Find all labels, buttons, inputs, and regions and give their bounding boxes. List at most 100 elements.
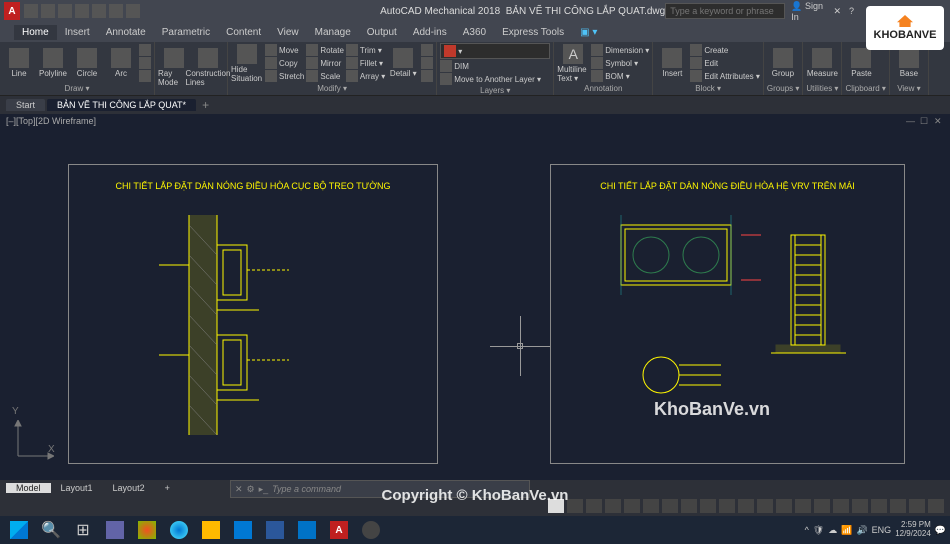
exchange-icon[interactable]: ✕ bbox=[833, 6, 841, 17]
help-icon[interactable]: ? bbox=[849, 6, 854, 16]
tray-clock[interactable]: 2:59 PM 12/9/2024 bbox=[895, 521, 931, 539]
multiline-text-button[interactable]: AMultiline Text ▾ bbox=[557, 44, 589, 83]
stretch-button[interactable]: Stretch bbox=[265, 70, 304, 82]
group-button[interactable]: Group bbox=[767, 48, 799, 78]
tab-a360[interactable]: A360 bbox=[455, 25, 494, 40]
sb-customize[interactable] bbox=[928, 499, 944, 513]
sb-3dosnap[interactable] bbox=[662, 499, 678, 513]
measure-button[interactable]: Measure bbox=[806, 48, 838, 78]
tab-parametric[interactable]: Parametric bbox=[154, 25, 218, 40]
modify-more[interactable] bbox=[421, 57, 433, 69]
array-button[interactable]: Array ▾ bbox=[346, 70, 385, 82]
tb-store[interactable] bbox=[228, 518, 258, 542]
new-tab-button[interactable]: + bbox=[202, 98, 209, 112]
modify-more[interactable] bbox=[421, 70, 433, 82]
viewport-label[interactable]: [–][Top][2D Wireframe] bbox=[6, 116, 96, 126]
tab-content[interactable]: Content bbox=[218, 25, 269, 40]
taskview-icon[interactable]: ⊞ bbox=[68, 518, 98, 542]
draw-more[interactable] bbox=[139, 70, 151, 82]
sb-ortho[interactable] bbox=[605, 499, 621, 513]
tab-layout2[interactable]: Layout2 bbox=[103, 483, 155, 493]
sb-transparency[interactable] bbox=[719, 499, 735, 513]
sb-annotation[interactable] bbox=[757, 499, 773, 513]
sb-otrack[interactable] bbox=[681, 499, 697, 513]
tb-autocad[interactable]: A bbox=[324, 518, 354, 542]
tab-view[interactable]: View bbox=[269, 25, 307, 40]
tab-manage[interactable]: Manage bbox=[307, 25, 359, 40]
tab-add[interactable]: + bbox=[155, 483, 180, 493]
move-layer-button[interactable]: Move to Another Layer ▾ bbox=[440, 73, 550, 85]
tb-app[interactable] bbox=[132, 518, 162, 542]
tb-explorer[interactable] bbox=[196, 518, 226, 542]
tb-word[interactable] bbox=[260, 518, 290, 542]
panel-label-layers[interactable]: Layers ▾ bbox=[440, 85, 550, 96]
sb-hardware[interactable] bbox=[890, 499, 906, 513]
panel-label-annotation[interactable]: Annotation bbox=[557, 83, 649, 94]
sb-cycling[interactable] bbox=[738, 499, 754, 513]
tab-addins[interactable]: Add-ins bbox=[405, 25, 455, 40]
qa-icon[interactable] bbox=[109, 4, 123, 18]
fillet-button[interactable]: Fillet ▾ bbox=[346, 57, 385, 69]
edit-button[interactable]: Edit bbox=[690, 57, 760, 69]
sb-workspace[interactable] bbox=[776, 499, 792, 513]
polyline-button[interactable]: Polyline bbox=[37, 48, 69, 78]
panel-label-utilities[interactable]: Utilities ▾ bbox=[806, 83, 838, 94]
line-button[interactable]: Line bbox=[3, 48, 35, 78]
sb-units[interactable] bbox=[814, 499, 830, 513]
qa-icon[interactable] bbox=[75, 4, 89, 18]
construction-lines-button[interactable]: Construction Lines bbox=[192, 48, 224, 87]
file-tab-active[interactable]: BẢN VẼ THI CÔNG LẮP QUAT* bbox=[47, 99, 196, 111]
qa-icon[interactable] bbox=[58, 4, 72, 18]
cmd-close-icon[interactable]: ✕ bbox=[235, 484, 243, 495]
tb-app[interactable] bbox=[100, 518, 130, 542]
tab-layout1[interactable]: Layout1 bbox=[51, 483, 103, 493]
sb-lock[interactable] bbox=[852, 499, 868, 513]
search-input[interactable] bbox=[665, 3, 785, 19]
detail-button[interactable]: Detail ▾ bbox=[387, 48, 419, 78]
trim-button[interactable]: Trim ▾ bbox=[346, 44, 385, 56]
sb-osnap[interactable] bbox=[643, 499, 659, 513]
tb-app[interactable] bbox=[356, 518, 386, 542]
qa-icon[interactable] bbox=[24, 4, 38, 18]
signin-button[interactable]: 👤 Sign In bbox=[791, 1, 825, 22]
move-button[interactable]: Move bbox=[265, 44, 304, 56]
tb-outlook[interactable] bbox=[292, 518, 322, 542]
mirror-button[interactable]: Mirror bbox=[306, 57, 344, 69]
symbol-button[interactable]: Symbol ▾ bbox=[591, 57, 649, 69]
tab-model[interactable]: Model bbox=[6, 483, 51, 493]
vp-minimize[interactable]: — bbox=[906, 116, 916, 126]
tab-insert[interactable]: Insert bbox=[57, 25, 98, 40]
vp-close[interactable]: ✕ bbox=[934, 116, 944, 126]
tab-annotate[interactable]: Annotate bbox=[98, 25, 154, 40]
app-icon[interactable]: A bbox=[4, 2, 20, 20]
sb-quickprops[interactable] bbox=[833, 499, 849, 513]
qa-icon[interactable] bbox=[41, 4, 55, 18]
tab-featured[interactable]: ▣ ▾ bbox=[572, 25, 605, 40]
draw-more[interactable] bbox=[139, 44, 151, 56]
sb-lwt[interactable] bbox=[700, 499, 716, 513]
sb-isolate[interactable] bbox=[871, 499, 887, 513]
sb-polar[interactable] bbox=[624, 499, 640, 513]
sb-monitor[interactable] bbox=[795, 499, 811, 513]
start-button[interactable] bbox=[4, 518, 34, 542]
rotate-button[interactable]: Rotate bbox=[306, 44, 344, 56]
panel-label-view[interactable]: View ▾ bbox=[893, 83, 925, 94]
sb-snap[interactable] bbox=[586, 499, 602, 513]
file-tab-start[interactable]: Start bbox=[6, 99, 45, 111]
tb-edge[interactable] bbox=[164, 518, 194, 542]
qa-icon[interactable] bbox=[92, 4, 106, 18]
tab-output[interactable]: Output bbox=[359, 25, 405, 40]
panel-label-block[interactable]: Block ▾ bbox=[656, 83, 760, 94]
panel-label-draw[interactable]: Draw ▾ bbox=[3, 83, 151, 94]
panel-label-modify[interactable]: Modify ▾ bbox=[231, 83, 433, 94]
hide-situation-button[interactable]: Hide Situation bbox=[231, 44, 263, 83]
qa-icon[interactable] bbox=[126, 4, 140, 18]
draw-more[interactable] bbox=[139, 57, 151, 69]
tab-express[interactable]: Express Tools bbox=[494, 25, 572, 40]
panel-label-clipboard[interactable]: Clipboard ▾ bbox=[845, 83, 885, 94]
sb-grid[interactable] bbox=[567, 499, 583, 513]
scale-button[interactable]: Scale bbox=[306, 70, 344, 82]
base-button[interactable]: Base bbox=[893, 48, 925, 78]
panel-label-groups[interactable]: Groups ▾ bbox=[767, 83, 799, 94]
vp-restore[interactable]: ☐ bbox=[920, 116, 930, 126]
